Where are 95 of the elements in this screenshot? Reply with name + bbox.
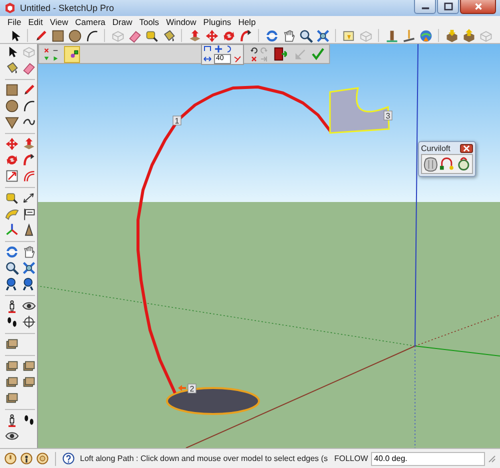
arc-icon[interactable] xyxy=(84,28,98,42)
field-label: FOLLOW xyxy=(334,454,368,463)
tape-measure-icon[interactable] xyxy=(144,28,158,42)
document-icon[interactable] xyxy=(342,28,356,42)
badge-circle-icon[interactable] xyxy=(36,452,49,465)
path-tool-button[interactable] xyxy=(64,46,80,62)
menu-item[interactable]: Plugins xyxy=(200,17,235,27)
paint-bucket-icon[interactable] xyxy=(5,61,19,75)
rectangle-icon[interactable] xyxy=(50,28,64,42)
rectangle-icon[interactable] xyxy=(5,83,19,97)
layers-icon[interactable] xyxy=(5,337,19,351)
tape-measure-icon[interactable] xyxy=(5,191,19,205)
help-icon[interactable] xyxy=(62,452,75,465)
resize-grip-icon[interactable] xyxy=(488,454,496,462)
close-icon xyxy=(463,145,470,152)
axes-icon[interactable] xyxy=(5,223,19,237)
vertex-label: 3 xyxy=(384,110,392,120)
angle-arrow-icon[interactable] xyxy=(233,54,242,62)
window-title: Untitled - SketchUp Pro xyxy=(20,3,116,13)
menu-item[interactable]: Tools xyxy=(136,17,163,27)
menu-item[interactable]: File xyxy=(4,17,25,27)
menu-item[interactable]: Draw xyxy=(108,17,136,27)
undo-icon[interactable] xyxy=(250,46,258,54)
close-button[interactable] xyxy=(460,0,496,14)
zoom-extents-icon[interactable] xyxy=(316,28,330,42)
scale-icon[interactable] xyxy=(5,169,19,183)
box-upload-icon[interactable] xyxy=(462,28,476,42)
globe-icon[interactable] xyxy=(418,28,432,42)
hand-icon[interactable] xyxy=(22,245,36,259)
minimize-button[interactable] xyxy=(414,0,436,14)
rotate-icon[interactable] xyxy=(5,153,19,167)
triangle-icon[interactable] xyxy=(5,115,19,129)
close-icon[interactable] xyxy=(43,46,50,54)
location-circle-icon[interactable] xyxy=(4,452,17,465)
circle-icon[interactable] xyxy=(68,28,82,42)
box-download-icon[interactable] xyxy=(444,28,458,42)
move-icon[interactable] xyxy=(204,28,218,42)
surface-icon[interactable] xyxy=(423,156,438,172)
plus-icon[interactable] xyxy=(214,44,223,52)
pencil-icon[interactable] xyxy=(22,83,36,97)
menu-item[interactable]: Camera xyxy=(72,17,109,27)
pencil-icon[interactable] xyxy=(34,28,48,42)
layers-icon[interactable] xyxy=(5,391,19,405)
hand-icon[interactable] xyxy=(282,28,296,42)
section-plane-icon[interactable] xyxy=(22,315,36,329)
menu-item[interactable]: View xyxy=(46,17,72,27)
bracket-icon[interactable] xyxy=(203,44,212,52)
layers-icon[interactable] xyxy=(5,375,19,389)
footprints-icon[interactable] xyxy=(5,315,19,329)
rotate-icon[interactable] xyxy=(222,28,236,42)
push-pull-icon[interactable] xyxy=(188,28,202,42)
value-field[interactable]: 40.0 deg. xyxy=(371,452,485,466)
arc-icon[interactable] xyxy=(22,99,36,113)
zoom-icon[interactable] xyxy=(298,28,312,42)
cursor-arrow-icon xyxy=(178,385,186,391)
vertex-label: 1 xyxy=(172,116,182,126)
layers-icon[interactable] xyxy=(5,359,19,373)
menu-item[interactable]: Edit xyxy=(24,17,46,27)
circle-icon[interactable] xyxy=(5,99,19,113)
menu-item[interactable]: Help xyxy=(234,17,260,27)
zoom-icon[interactable] xyxy=(5,261,19,275)
status-message: Loft along Path : Click down and mouse over model to select edges (s xyxy=(80,454,328,463)
follow-me-icon[interactable] xyxy=(22,153,36,167)
footprints-icon[interactable] xyxy=(22,413,36,427)
model-icon[interactable] xyxy=(402,28,416,42)
close-icon xyxy=(474,2,482,11)
paint-bucket-icon[interactable] xyxy=(162,28,176,42)
maximize-icon xyxy=(444,2,452,11)
layers-icon[interactable] xyxy=(22,375,36,389)
person-circle-icon[interactable] xyxy=(20,452,33,465)
menu-item[interactable]: Window xyxy=(162,17,200,27)
follow-me-icon[interactable] xyxy=(238,28,252,42)
offset-icon[interactable] xyxy=(22,169,36,183)
check-icon[interactable] xyxy=(311,47,325,61)
model-icon[interactable] xyxy=(384,28,398,42)
dimension-icon[interactable] xyxy=(22,191,36,205)
eraser-icon[interactable] xyxy=(22,61,36,75)
move-icon[interactable] xyxy=(5,137,19,151)
path-loft-icon[interactable] xyxy=(439,156,455,172)
nodes-icon xyxy=(70,48,79,60)
zoom-extents-icon[interactable] xyxy=(22,261,36,275)
text-label-icon[interactable] xyxy=(22,207,36,221)
exit-door-icon[interactable] xyxy=(273,47,287,61)
layers-icon[interactable] xyxy=(22,359,36,373)
sketchup-logo-icon xyxy=(4,2,16,14)
orbit-icon[interactable] xyxy=(264,28,278,42)
protractor-icon[interactable] xyxy=(5,207,19,221)
close-button[interactable] xyxy=(460,144,473,153)
maximize-button[interactable] xyxy=(437,0,459,14)
vertex-label: 2 xyxy=(188,384,196,394)
profile-shape xyxy=(329,87,390,134)
push-pull-icon[interactable] xyxy=(22,137,36,151)
panel-title: Curviloft xyxy=(421,144,452,153)
orbit-icon[interactable] xyxy=(5,245,19,259)
width-arrows-icon[interactable] xyxy=(203,54,212,62)
